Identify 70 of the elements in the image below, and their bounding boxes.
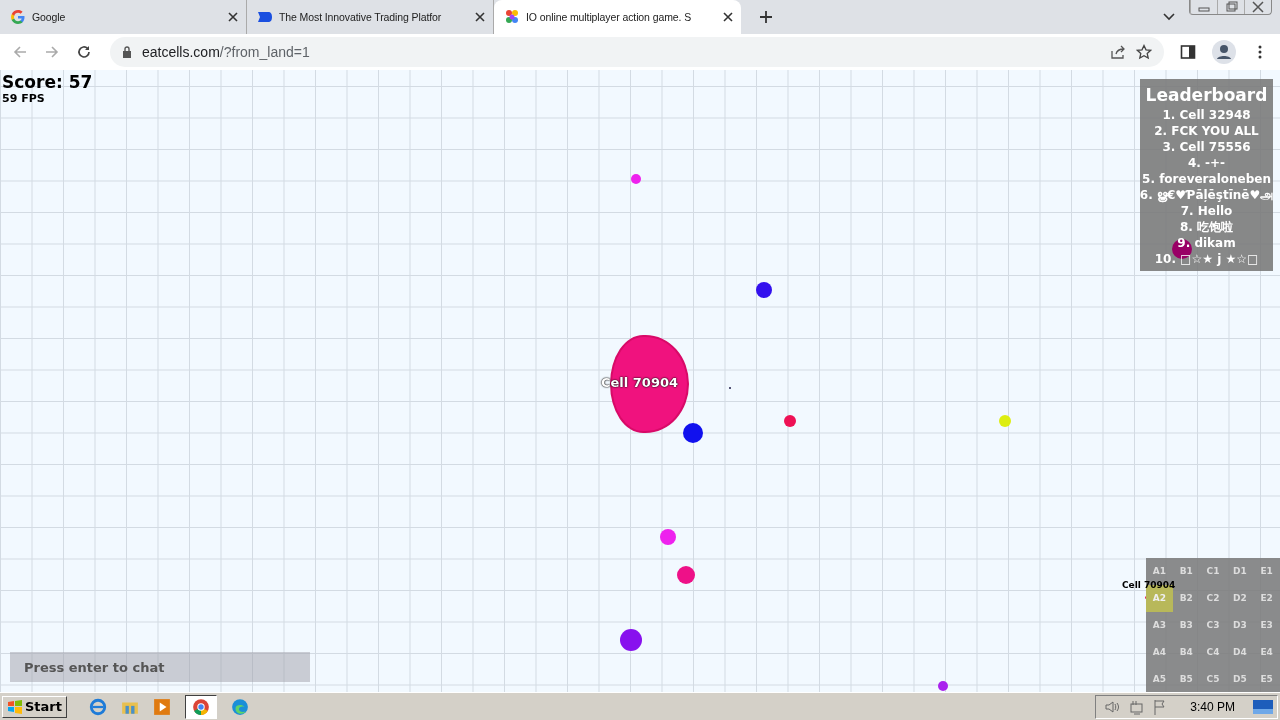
leaderboard-title: Leaderboard (1145, 85, 1268, 105)
minimap-sector: D1 (1231, 565, 1248, 579)
start-button[interactable]: Start (2, 695, 67, 718)
minimap-sector: C3 (1205, 619, 1221, 632)
tab-title: IO online multiplayer action game. S (526, 11, 693, 23)
new-tab-icon[interactable] (759, 10, 773, 24)
fps-text: 59 FPS (2, 92, 46, 105)
minimap-sector: C2 (1205, 592, 1221, 606)
minimap-sector: E4 (1259, 645, 1274, 659)
minimap-sector: D5 (1231, 672, 1248, 686)
leaderboard-entry: 1. Cell 32948 (1162, 107, 1251, 123)
minimap-sector: A5 (1151, 672, 1167, 686)
chat-input[interactable]: Press enter to chat (10, 652, 310, 682)
tab-title: Google (32, 11, 67, 23)
back-arrow-icon[interactable] (12, 44, 28, 60)
leaderboard-entry: 7. Hello (1180, 203, 1233, 219)
tab-title: The Most Innovative Trading Platfor (279, 11, 443, 23)
minimap-sector: B4 (1178, 645, 1194, 659)
leaderboard-entry: 2. FCK YOU ALL (1154, 123, 1259, 139)
share-icon[interactable] (1110, 44, 1126, 60)
minimap-sector: B2 (1178, 592, 1194, 606)
leaderboard-entry: 3. Cell 75556 (1162, 139, 1251, 155)
game-canvas[interactable] (0, 70, 1280, 692)
minimap-sector: C5 (1205, 672, 1221, 686)
chevron-down-icon[interactable] (1163, 13, 1175, 21)
windows-logo-icon (7, 698, 23, 715)
leaderboard-entry: 5. foreveraloneben (1142, 171, 1271, 187)
lock-icon (122, 46, 132, 58)
minimap-sector: A3 (1151, 619, 1167, 632)
leaderboard-entry: 8. 吃饱啦 (1179, 219, 1234, 235)
close-icon[interactable] (228, 12, 238, 22)
url-text: eatcells.com/?from_land=1 (142, 44, 310, 60)
speaker-icon[interactable] (1104, 698, 1121, 715)
close-icon[interactable] (475, 12, 485, 22)
show-desktop-icon[interactable] (1253, 699, 1273, 714)
network-icon[interactable] (1128, 698, 1145, 715)
address-bar[interactable]: eatcells.com/?from_land=1 (110, 37, 1164, 67)
media-player-icon[interactable] (153, 697, 171, 716)
score-text: Score: 57 (2, 72, 93, 92)
minimap-sector: C4 (1205, 645, 1221, 659)
google-logo-icon (10, 9, 26, 25)
minimap-sector: D4 (1231, 645, 1248, 659)
chrome-icon[interactable] (192, 697, 210, 716)
minimap-sector: B3 (1178, 619, 1194, 632)
clock-text: 3:40 PM (1190, 699, 1235, 714)
minimap-sector: A4 (1151, 645, 1167, 659)
internet-explorer-icon[interactable] (89, 697, 107, 716)
minimap-sector: B1 (1178, 565, 1194, 579)
reload-icon[interactable] (76, 44, 92, 60)
minimap-sector: D3 (1231, 619, 1248, 632)
leaderboard-entry: 10. □☆★ j ★☆□ (1154, 251, 1259, 267)
minimap-sector: E2 (1259, 592, 1274, 606)
minimap-sector: E3 (1259, 619, 1274, 632)
minimap-sector: D2 (1231, 592, 1248, 606)
browser-tab[interactable]: IO online multiplayer action game. S (494, 0, 741, 34)
side-panel-icon[interactable] (1180, 44, 1196, 60)
profile-avatar-icon[interactable] (1212, 40, 1236, 64)
star-icon[interactable] (1136, 44, 1152, 60)
minimap-sector: E5 (1259, 672, 1274, 686)
d-shape-icon (257, 9, 273, 25)
leaderboard-entry: 9. dikam (1177, 235, 1236, 251)
leaderboard-entry: 4. -+- (1187, 155, 1226, 171)
colorful-dots-icon (504, 9, 520, 25)
minimap-sector: C1 (1205, 565, 1221, 579)
minimap-sector: E1 (1259, 565, 1274, 579)
leaderboard-entry: 6. ൠ€♥Ƥāļēştīnē♥அ (1139, 187, 1274, 203)
edge-icon[interactable] (231, 697, 249, 716)
minimap-sector: B5 (1178, 672, 1194, 686)
forward-arrow-icon[interactable] (44, 44, 60, 60)
close-icon[interactable] (723, 12, 733, 22)
